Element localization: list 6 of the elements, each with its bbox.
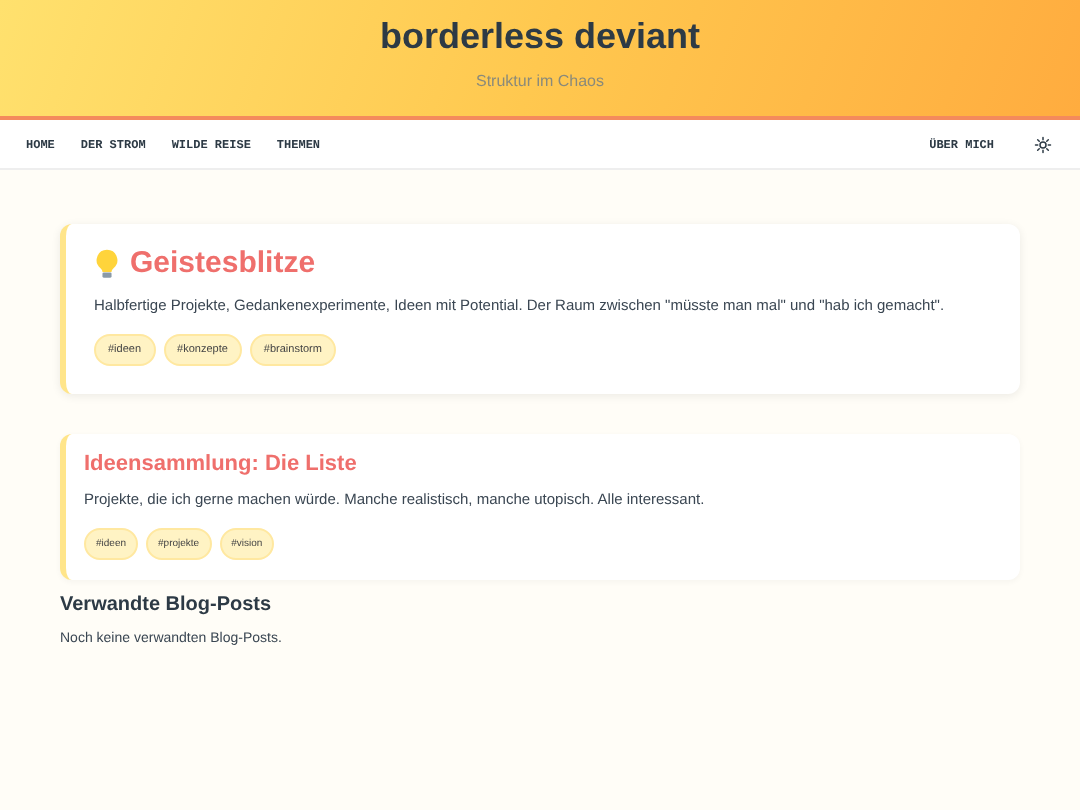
theme-toggle-sun-icon[interactable]: [1034, 135, 1052, 153]
card-title: Geistesblitze: [130, 246, 316, 280]
site-title: borderless deviant: [379, 16, 701, 58]
section-heading: Verwandte Blog-Posts: [60, 594, 274, 616]
site-subtitle: Struktur im Chaos: [475, 72, 605, 90]
light-bulb-icon: [94, 247, 120, 279]
